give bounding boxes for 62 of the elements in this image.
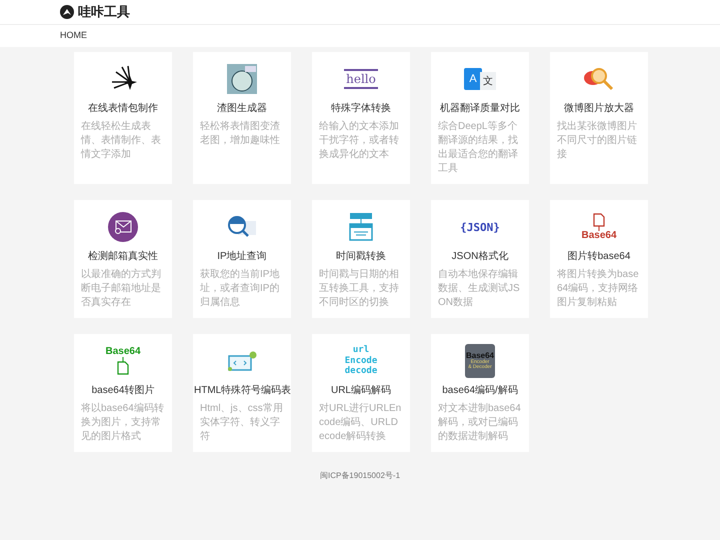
tool-title: HTML特殊符号编码表	[194, 385, 290, 397]
translate-icon: A	[464, 68, 482, 90]
tool-title: 时间戳转换	[335, 251, 387, 263]
tool-card[interactable]: IP地址查询 获取您的当前IP地址，或者查询IP的归属信息	[193, 200, 291, 318]
tool-title: 特殊字体转换	[330, 103, 392, 115]
tool-card[interactable]: {JSON} JSON格式化 自动本地保存编辑数据、生成测试JSON数据	[431, 200, 529, 318]
code-window-icon	[227, 350, 257, 372]
translate-icon: 文	[480, 72, 496, 90]
tool-title: JSON格式化	[450, 251, 510, 263]
tool-card[interactable]: A 文 机器翻译质量对比 综合DeepL等多个翻译源的结果，找出最适合您的翻译工具	[431, 52, 529, 184]
tool-title: 机器翻译质量对比	[439, 103, 521, 115]
meme-picture-icon	[227, 64, 257, 94]
footer-text: 闽ICP备19015002号-1	[318, 470, 402, 482]
tool-card[interactable]: 渣图生成器 轻松将表情图变渣老图，增加趣味性	[193, 52, 291, 184]
logo-text: hello	[346, 73, 376, 85]
logo-text: Base64	[581, 231, 617, 241]
tool-description: 自动本地保存编辑数据、生成测试JSON数据	[438, 268, 521, 310]
tool-description: 以最准确的方式判断电子邮箱地址是否真实存在	[81, 268, 162, 310]
logo-text: Encode	[344, 356, 378, 366]
document-icon	[593, 213, 605, 231]
tool-card[interactable]: Base64 图片转base64 将图片转换为base64编码，支持网络图片复制粘贴	[550, 200, 648, 318]
tool-description: 找出某张微博图片不同尺寸的图片链接	[557, 120, 638, 162]
logo-text: url	[352, 345, 370, 356]
tool-card[interactable]: hello 特殊字体转换 给输入的文本添加干扰字符，或者转换成异化的文本	[312, 52, 410, 184]
tool-card[interactable]: 微博图片放大器 找出某张微博图片不同尺寸的图片链接	[550, 52, 648, 184]
document-icon	[117, 357, 129, 375]
mail-icon	[108, 212, 138, 242]
tool-description: 给输入的文本添加干扰字符，或者转换成异化的文本	[319, 120, 400, 162]
tool-title: URL编码解码	[330, 385, 392, 397]
tool-title: base64编码/解码	[441, 385, 519, 397]
logo-icon	[60, 5, 74, 19]
tool-card[interactable]: Base64 base64转图片 将以base64编码转换为图片，支持常见的图片格式	[74, 334, 172, 452]
tool-title: 微博图片放大器	[563, 103, 635, 115]
tool-card[interactable]: 检测邮箱真实性 以最准确的方式判断电子邮箱地址是否真实存在	[74, 200, 172, 318]
tool-description: 将以base64编码转换为图片，支持常见的图片格式	[81, 402, 165, 444]
tool-title: base64转图片	[90, 385, 156, 397]
tool-description: 将图片转换为base64编码，支持网络图片复制粘贴	[557, 268, 640, 310]
tool-description: 轻松将表情图变渣老图，增加趣味性	[200, 120, 281, 148]
tool-card[interactable]: url Encode decode URL编码解码 对URL进行URLEncode编码、URLDecode解码转换	[312, 334, 410, 452]
nav-link[interactable]: HOME	[60, 29, 87, 43]
tool-title: 在线表情包制作	[87, 103, 159, 115]
tool-title: 检测邮箱真实性	[87, 251, 159, 263]
magnifier-icon	[583, 66, 615, 92]
logo-text: 哇咔工具	[78, 3, 130, 22]
tool-title: 渣图生成器	[216, 103, 268, 115]
timestamp-icon	[348, 212, 374, 242]
tool-title: 图片转base64	[566, 251, 632, 263]
logo-text: decode	[344, 366, 378, 377]
tool-description: 综合DeepL等多个翻译源的结果，找出最适合您的翻译工具	[438, 120, 519, 176]
tool-title: IP地址查询	[216, 251, 268, 263]
tool-card[interactable]: 在线表情包制作 在线轻松生成表情、表情制作、表情文字添加	[74, 52, 172, 184]
tool-description: 对URL进行URLEncode编码、URLDecode解码转换	[319, 402, 402, 444]
tool-description: 时间戳与日期的相互转换工具，支持不同时区的切换	[319, 268, 400, 310]
tool-card[interactable]: 时间戳转换 时间戳与日期的相互转换工具，支持不同时区的切换	[312, 200, 410, 318]
tool-description: 在线轻松生成表情、表情制作、表情文字添加	[81, 120, 162, 162]
tool-card[interactable]: HTML特殊符号编码表 Html、js、css常用实体字符、转义字符	[193, 334, 291, 452]
logo-text: Base64	[105, 347, 141, 357]
tool-description: 对文本进制base64解码，或对已编码的数据进制解码	[438, 402, 522, 444]
tool-description: 获取您的当前IP地址，或者查询IP的归属信息	[200, 268, 280, 310]
logo-text: Base64	[466, 352, 494, 360]
logo-text: {JSON}	[460, 222, 500, 232]
tool-description: Html、js、css常用实体字符、转义字符	[200, 402, 284, 444]
